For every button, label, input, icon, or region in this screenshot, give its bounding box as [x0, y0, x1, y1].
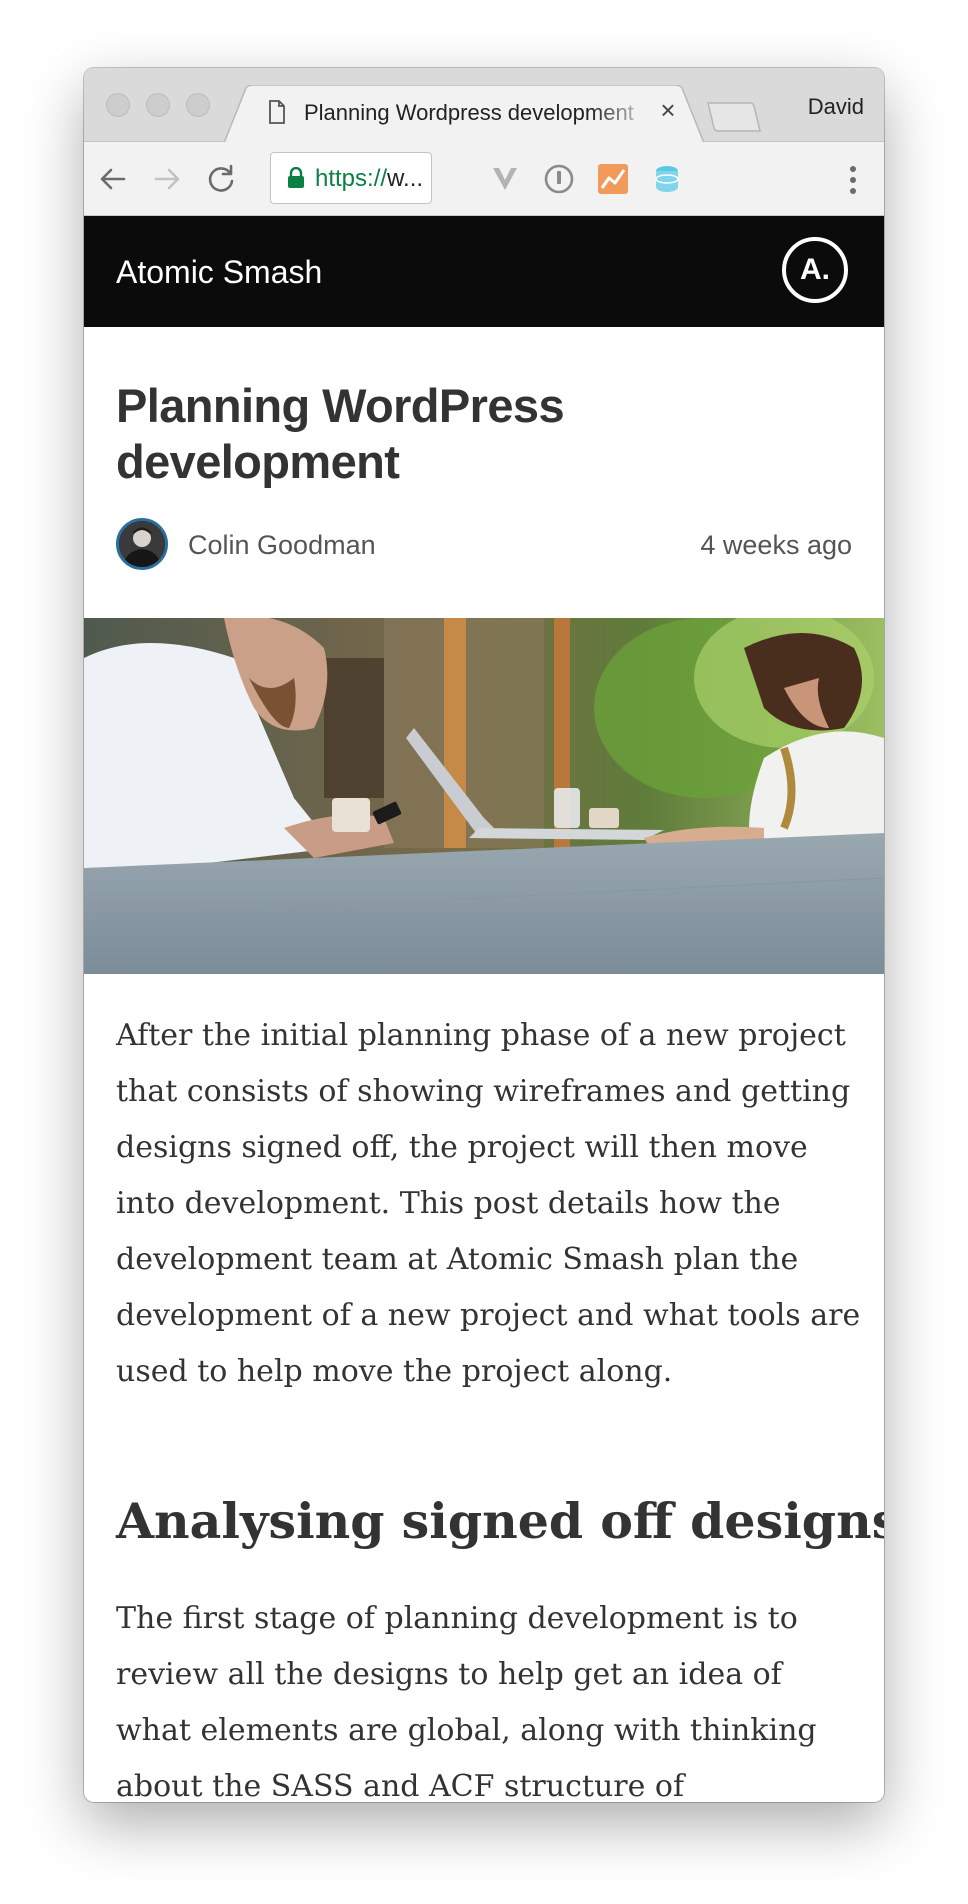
- article-paragraph: After the initial planning phase of a ne…: [116, 1018, 861, 1389]
- site-logo[interactable]: A.: [782, 237, 848, 303]
- author-name[interactable]: Colin Goodman: [188, 530, 376, 561]
- post-date: 4 weeks ago: [700, 530, 852, 560]
- vertical-dots-icon[interactable]: [848, 164, 858, 196]
- browser-window: Planning Wordpress development × David h…: [84, 68, 884, 1802]
- url-host: w...: [387, 165, 424, 192]
- article-title: Planning WordPress development: [116, 379, 565, 488]
- tab-strip: Planning Wordpress development × David: [84, 68, 884, 143]
- article-subheading: Analysing signed off designs: [116, 1492, 884, 1550]
- arrow-right-icon[interactable]: [150, 162, 184, 196]
- tab-close-icon[interactable]: ×: [656, 96, 680, 124]
- database-icon[interactable]: [650, 162, 684, 196]
- vivaldi-v-icon[interactable]: [488, 162, 522, 196]
- reload-icon[interactable]: [204, 162, 238, 196]
- close-window-button[interactable]: [106, 93, 130, 117]
- new-tab-button[interactable]: [706, 102, 762, 132]
- onepassword-icon[interactable]: [542, 162, 576, 196]
- hero-image: [84, 618, 884, 974]
- author-avatar[interactable]: [116, 518, 168, 570]
- maximize-window-button[interactable]: [186, 93, 210, 117]
- article-paragraph: The first stage of planning development …: [116, 1601, 817, 1802]
- arrow-left-icon[interactable]: [96, 162, 130, 196]
- url-text: https://w...: [315, 165, 423, 193]
- minimize-window-button[interactable]: [146, 93, 170, 117]
- profile-name[interactable]: David: [808, 94, 864, 120]
- site-name-link[interactable]: Atomic Smash: [116, 254, 322, 291]
- tab-title: Planning Wordpress development: [304, 100, 634, 125]
- lock-icon: [288, 167, 304, 188]
- site-header: Atomic Smash A.: [84, 216, 884, 327]
- analytics-chart-icon[interactable]: [596, 162, 630, 196]
- browser-toolbar: https://w...: [84, 142, 884, 216]
- address-bar[interactable]: https://w...: [270, 152, 432, 204]
- url-scheme: https://: [315, 165, 388, 192]
- document-icon: [269, 100, 285, 124]
